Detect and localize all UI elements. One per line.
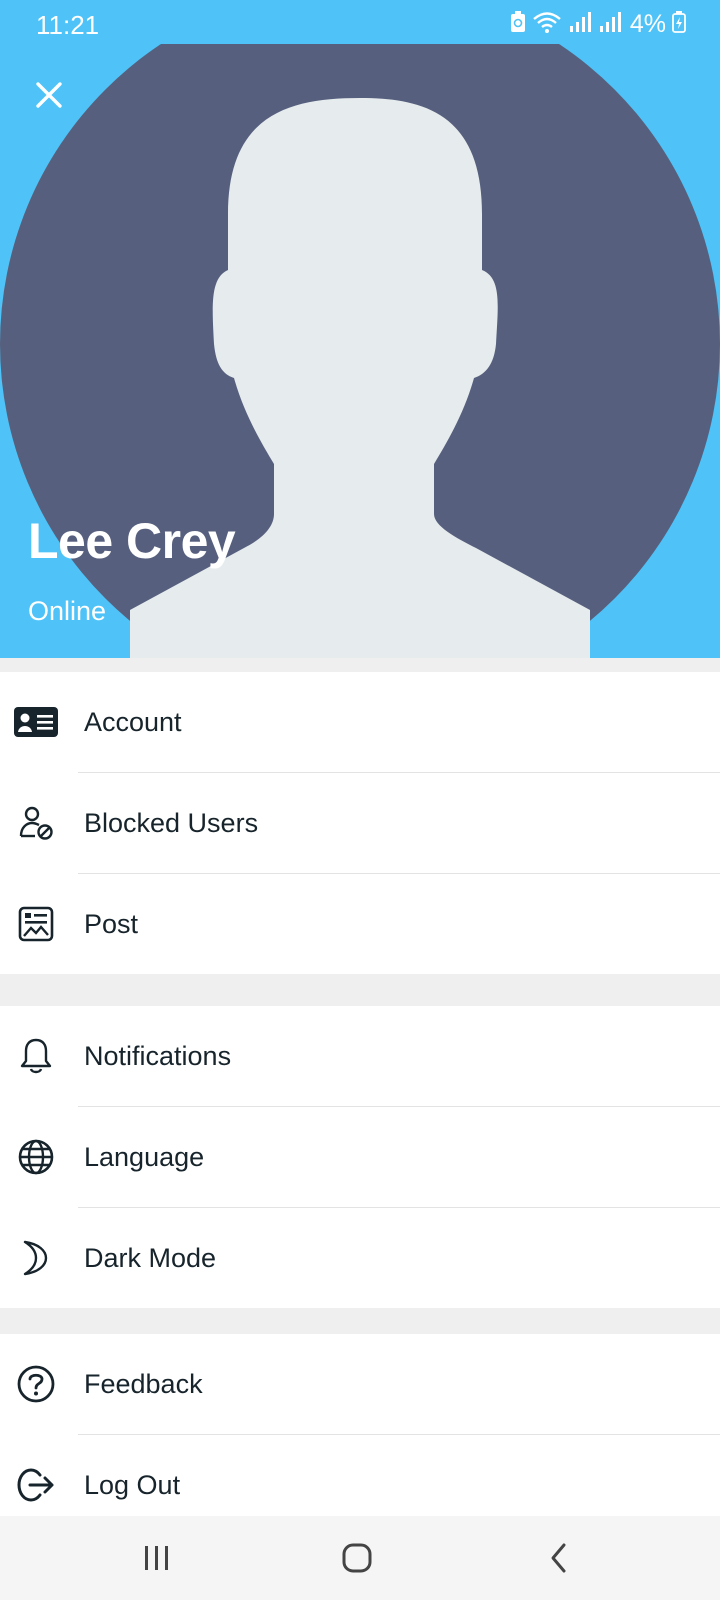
menu-label: Notifications	[84, 1040, 232, 1071]
back-button[interactable]	[524, 1532, 594, 1584]
menu-label: Post	[84, 908, 139, 939]
id-card-icon	[14, 700, 58, 744]
globe-icon	[14, 1135, 58, 1179]
bell-icon	[14, 1034, 58, 1078]
menu-label: Log Out	[84, 1469, 181, 1500]
profile-header: Lee Crey Online	[0, 44, 720, 658]
menu-label: Account	[84, 706, 182, 737]
menu-label: Blocked Users	[84, 807, 259, 838]
battery-percent: 4%	[629, 9, 666, 38]
menu-label: Language	[84, 1141, 205, 1172]
home-icon	[342, 1543, 372, 1573]
close-button[interactable]	[26, 72, 72, 118]
blocked-user-icon	[14, 801, 58, 845]
system-nav-bar	[0, 1516, 720, 1600]
menu-item-dark-mode[interactable]: Dark Mode	[0, 1208, 720, 1308]
status-icons: 4%	[510, 10, 686, 38]
home-button[interactable]	[322, 1532, 392, 1584]
menu-item-notifications[interactable]: Notifications	[0, 1006, 720, 1106]
logout-icon	[14, 1463, 58, 1507]
menu-group-support: Feedback Log Out	[0, 1334, 720, 1535]
menu-group-account: Account Blocked Users Post	[0, 672, 720, 974]
post-image-icon	[14, 902, 58, 946]
profile-name: Lee Crey	[28, 513, 236, 569]
battery-saver-icon	[510, 10, 526, 38]
menu-label: Dark Mode	[84, 1242, 217, 1273]
signal-2-icon	[598, 11, 622, 38]
battery-charging-icon	[672, 10, 686, 38]
help-circle-icon	[14, 1362, 58, 1406]
recent-apps-icon	[145, 1546, 168, 1570]
back-icon	[551, 1543, 566, 1573]
signal-1-icon	[568, 11, 592, 38]
status-bar: 11:21 4%	[0, 0, 720, 44]
menu-item-blocked-users[interactable]: Blocked Users	[0, 773, 720, 873]
status-time: 11:21	[36, 10, 100, 40]
wifi-icon	[532, 11, 562, 38]
menu-item-feedback[interactable]: Feedback	[0, 1334, 720, 1434]
menu-item-language[interactable]: Language	[0, 1107, 720, 1207]
menu-group-preferences: Notifications Language Dark Mode	[0, 1006, 720, 1308]
recent-apps-button[interactable]	[122, 1532, 192, 1584]
close-icon	[36, 82, 62, 108]
menu-item-account[interactable]: Account	[0, 672, 720, 772]
menu-label: Feedback	[84, 1368, 203, 1399]
profile-status: Online	[28, 596, 107, 626]
menu-item-post[interactable]: Post	[0, 874, 720, 974]
moon-icon	[14, 1236, 58, 1280]
